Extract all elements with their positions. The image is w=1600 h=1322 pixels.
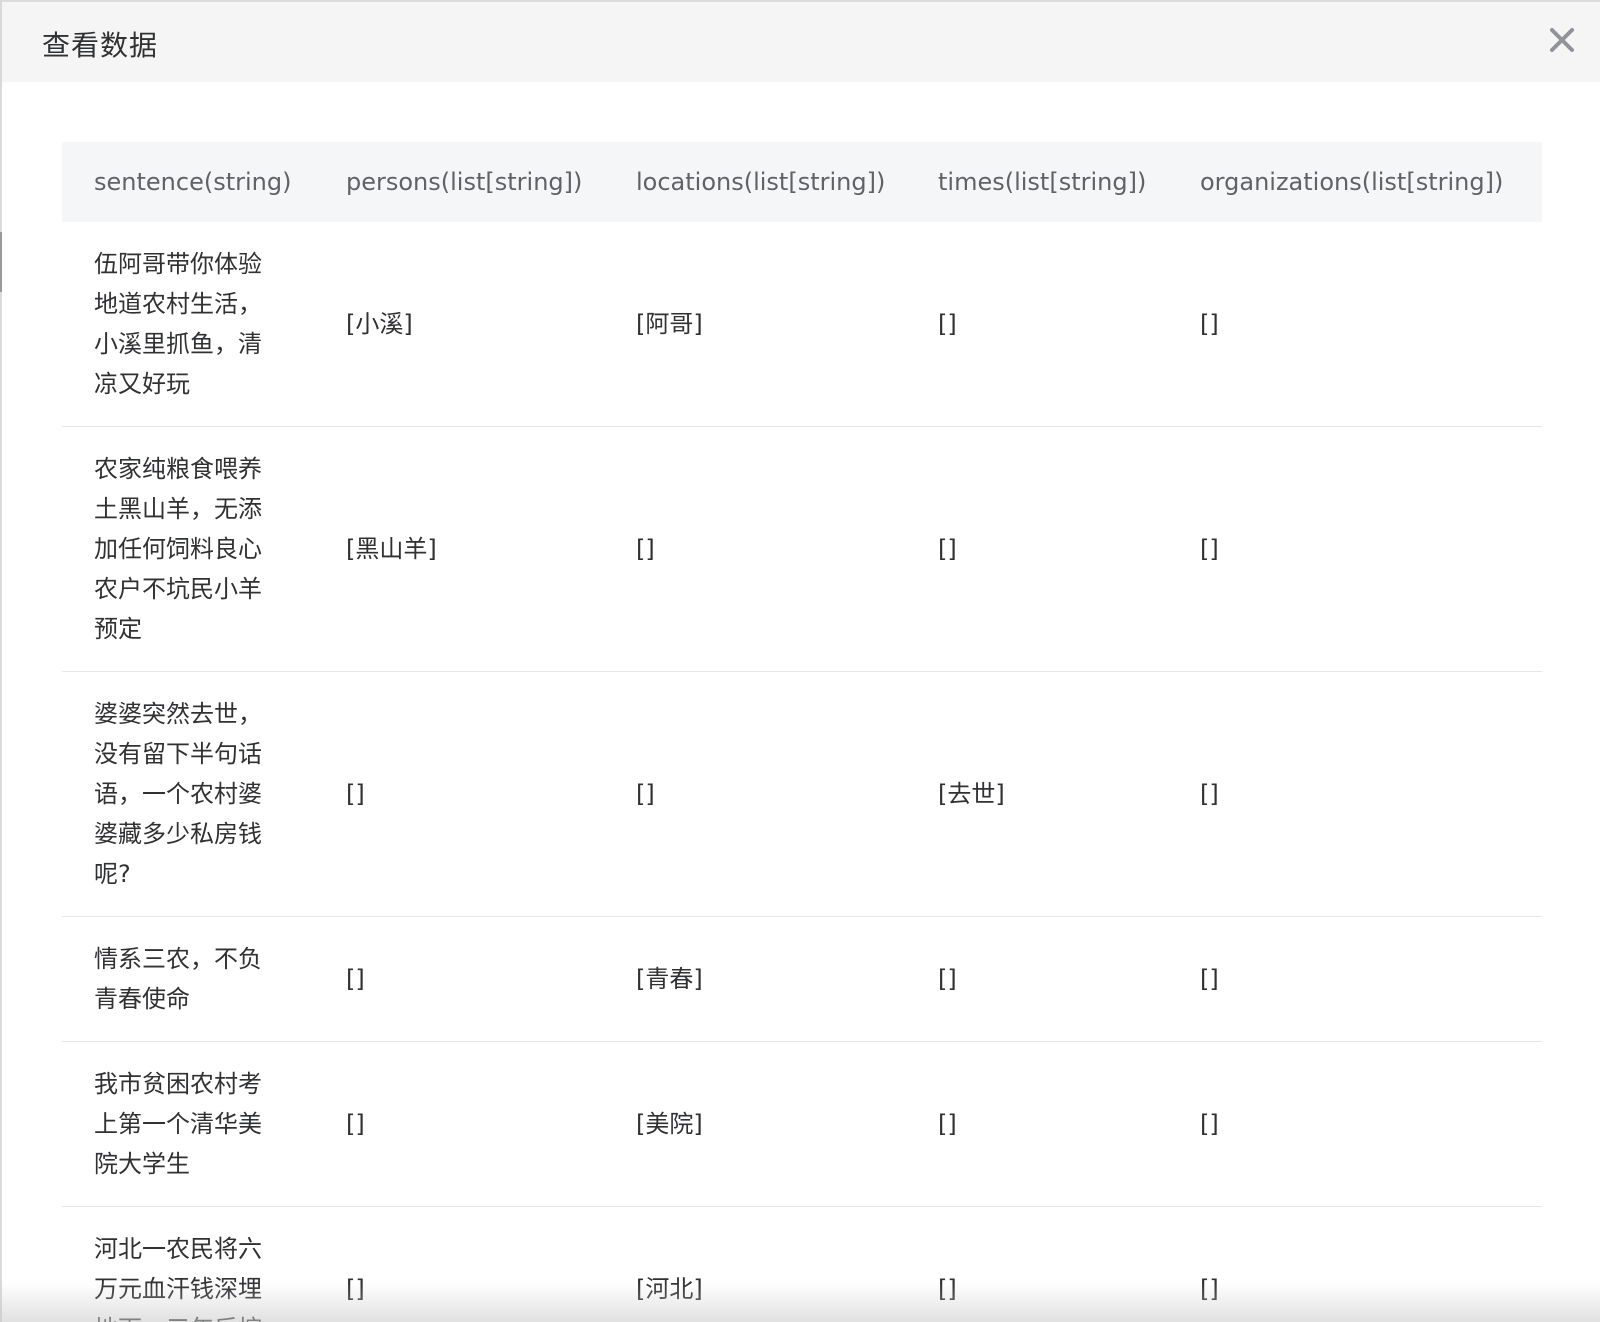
cell-times: [] [906, 1041, 1168, 1207]
dialog-header: 查看数据 [2, 0, 1600, 82]
table-body: 伍阿哥带你体验地道农村生活，小溪里抓鱼，清凉又好玩 [小溪] [阿哥] [] [… [62, 222, 1542, 1322]
background-edge [0, 0, 2, 1322]
cell-sentence-text: 我市贫困农村考上第一个清华美院大学生 [94, 1070, 262, 1178]
cell-organizations: [] [1168, 426, 1542, 672]
cell-times: [] [906, 222, 1168, 427]
cell-sentence: 河北一农民将六万元血汗钱深埋地下，三年后挖 [62, 1206, 314, 1322]
cell-locations: [阿哥] [604, 222, 906, 427]
cell-organizations: [] [1168, 222, 1542, 427]
dialog-title: 查看数据 [42, 29, 159, 62]
cell-sentence: 情系三农，不负青春使命 [62, 916, 314, 1042]
cell-persons: [] [314, 916, 604, 1042]
cell-organizations: [] [1168, 671, 1542, 917]
cell-persons: [] [314, 1206, 604, 1322]
data-table-container[interactable]: sentence(string) persons(list[string]) l… [62, 142, 1542, 1322]
column-header-locations: locations(list[string]) [636, 168, 886, 196]
table-header-row: sentence(string) persons(list[string]) l… [62, 142, 1542, 222]
column-header-organizations: organizations(list[string]) [1200, 168, 1504, 196]
cell-persons: [] [314, 1041, 604, 1207]
cell-locations: [青春] [604, 916, 906, 1042]
cell-persons: [黑山羊] [314, 426, 604, 672]
cell-sentence-text: 伍阿哥带你体验地道农村生活，小溪里抓鱼，清凉又好玩 [94, 250, 262, 398]
data-table: sentence(string) persons(list[string]) l… [62, 142, 1542, 1322]
cell-organizations: [] [1168, 1206, 1542, 1322]
cell-times: [] [906, 426, 1168, 672]
cell-sentence-text: 河北一农民将六万元血汗钱深埋地下，三年后挖 [94, 1235, 262, 1322]
table-row: 情系三农，不负青春使命 [] [青春] [] [] [62, 916, 1542, 1042]
table-header: sentence(string) persons(list[string]) l… [62, 142, 1542, 222]
cell-sentence-text: 情系三农，不负青春使命 [94, 945, 262, 1013]
close-button[interactable] [1542, 20, 1582, 60]
table-row: 我市贫困农村考上第一个清华美院大学生 [] [美院] [] [] [62, 1041, 1542, 1207]
cell-persons: [] [314, 671, 604, 917]
cell-organizations: [] [1168, 916, 1542, 1042]
table-row: 河北一农民将六万元血汗钱深埋地下，三年后挖 [] [河北] [] [] [62, 1206, 1542, 1322]
cell-times: [] [906, 916, 1168, 1042]
cell-sentence: 我市贫困农村考上第一个清华美院大学生 [62, 1041, 314, 1207]
cell-sentence: 婆婆突然去世，没有留下半句话语，一个农村婆婆藏多少私房钱呢? [62, 671, 314, 917]
column-header-sentence: sentence(string) [94, 168, 292, 196]
cell-organizations: [] [1168, 1041, 1542, 1207]
cell-sentence-text: 农家纯粮食喂养土黑山羊，无添加任何饲料良心农户不坑民小羊预定 [94, 455, 262, 643]
close-icon [1550, 28, 1574, 52]
cell-times: [去世] [906, 671, 1168, 917]
cell-locations: [] [604, 426, 906, 672]
cell-sentence: 伍阿哥带你体验地道农村生活，小溪里抓鱼，清凉又好玩 [62, 222, 314, 427]
column-header-times: times(list[string]) [938, 168, 1147, 196]
cell-persons: [小溪] [314, 222, 604, 427]
table-row: 伍阿哥带你体验地道农村生活，小溪里抓鱼，清凉又好玩 [小溪] [阿哥] [] [… [62, 222, 1542, 427]
table-row: 农家纯粮食喂养土黑山羊，无添加任何饲料良心农户不坑民小羊预定 [黑山羊] [] … [62, 426, 1542, 672]
cell-times: [] [906, 1206, 1168, 1322]
column-header-persons: persons(list[string]) [346, 168, 583, 196]
table-row: 婆婆突然去世，没有留下半句话语，一个农村婆婆藏多少私房钱呢? [] [] [去世… [62, 671, 1542, 917]
cell-sentence: 农家纯粮食喂养土黑山羊，无添加任何饲料良心农户不坑民小羊预定 [62, 426, 314, 672]
background-scroll-mark [0, 232, 2, 292]
cell-sentence-text: 婆婆突然去世，没有留下半句话语，一个农村婆婆藏多少私房钱呢? [94, 700, 262, 888]
cell-locations: [美院] [604, 1041, 906, 1207]
data-view-dialog: 查看数据 sentence(string) persons(list[strin… [0, 0, 1600, 1322]
cell-locations: [河北] [604, 1206, 906, 1322]
cell-locations: [] [604, 671, 906, 917]
